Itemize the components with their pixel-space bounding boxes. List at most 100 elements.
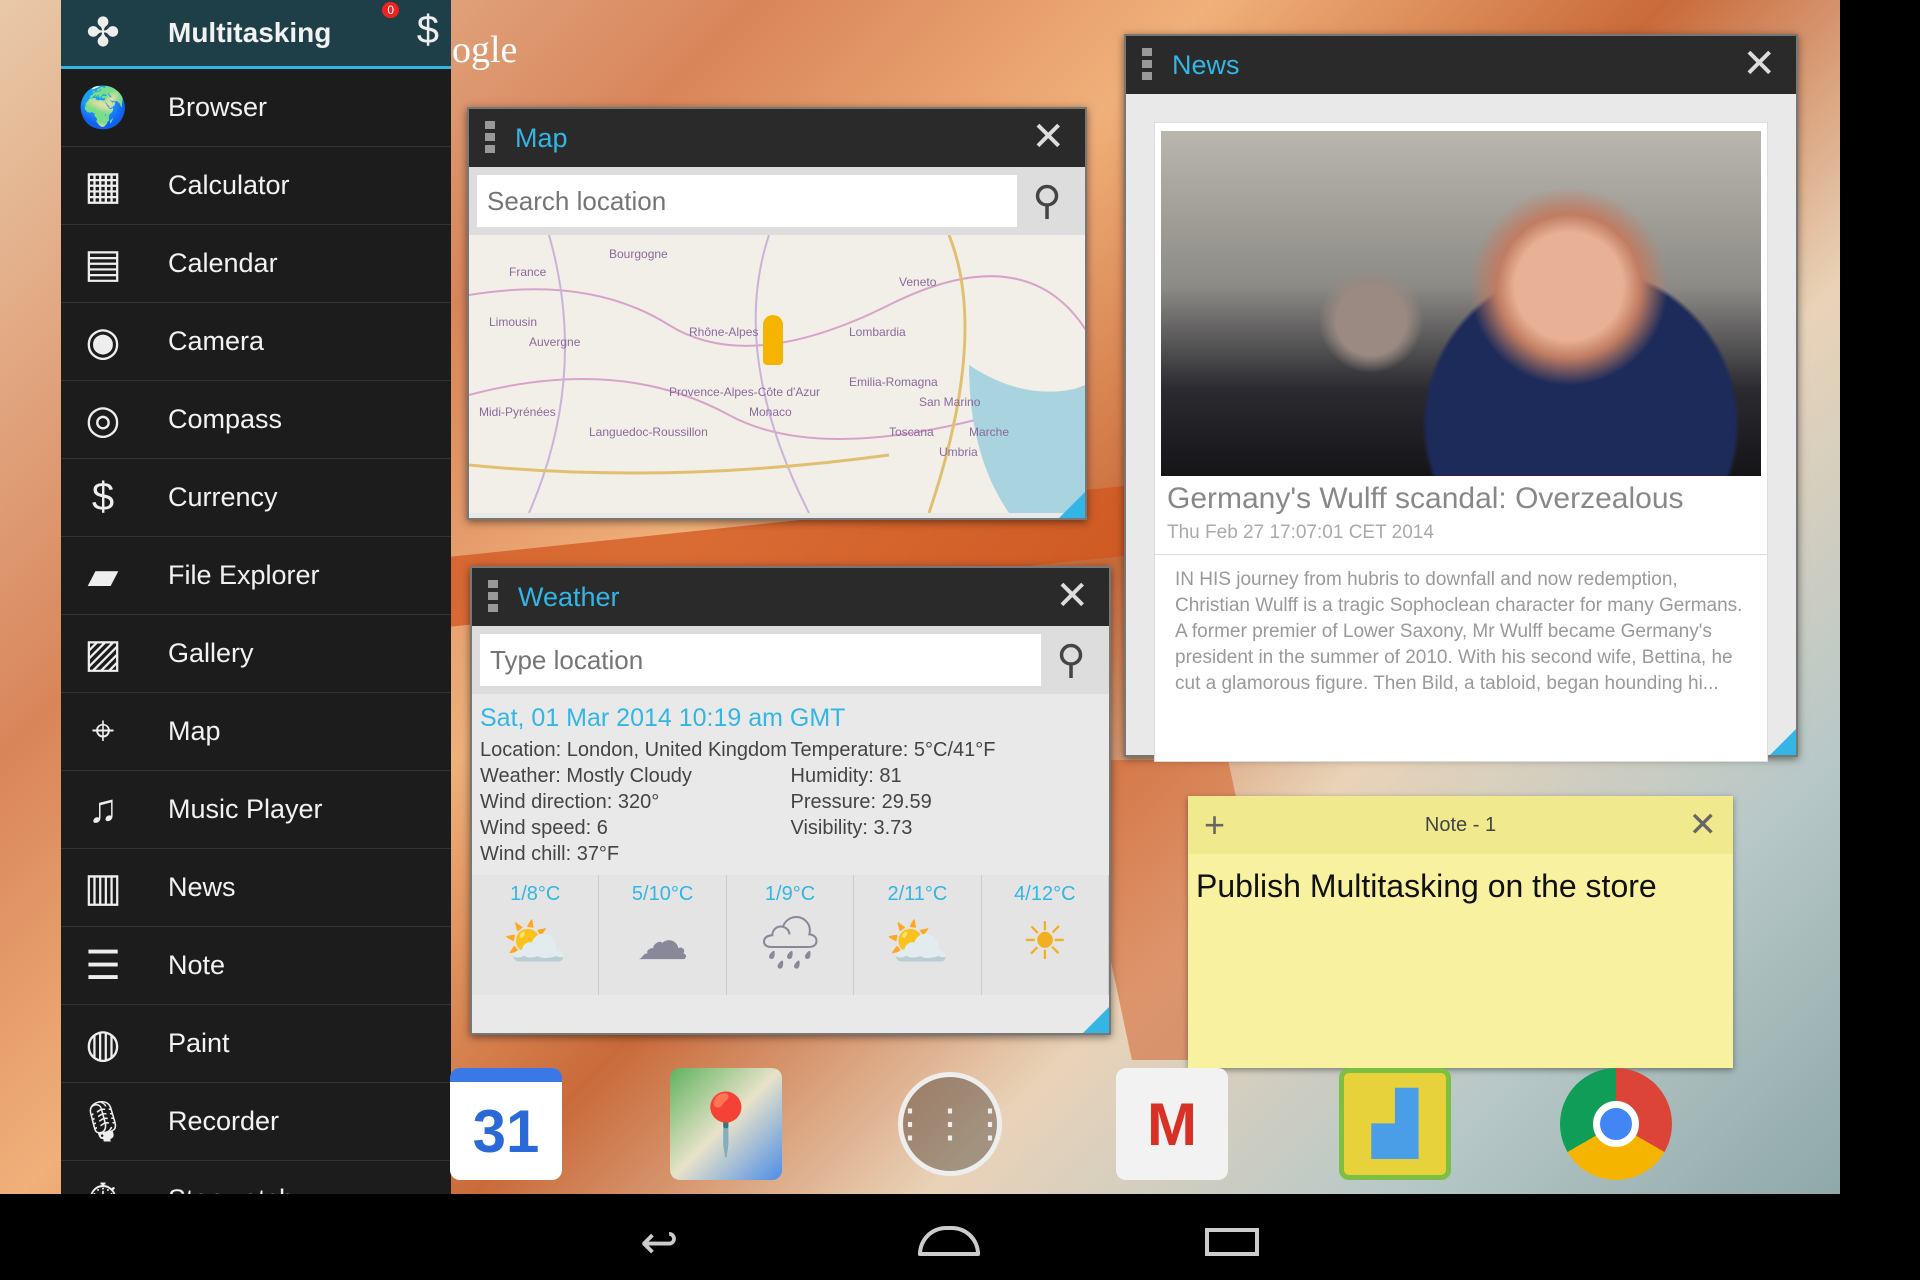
map-place-label: Umbria	[939, 445, 978, 459]
forecast-temp: 4/12°C	[1014, 883, 1076, 905]
resize-handle[interactable]	[1059, 492, 1085, 518]
weather-detail: Pressure: 29.59	[790, 791, 932, 813]
close-icon[interactable]: ✕	[1031, 117, 1065, 157]
folder-icon: ▰	[87, 553, 119, 598]
map-place-label: Provence-Alpes-Côte d'Azur	[669, 385, 821, 399]
sidebar-item-calculator[interactable]: ▦ Calculator	[61, 147, 451, 225]
pegman-icon[interactable]	[763, 315, 783, 365]
sidebar-item-label: File Explorer	[168, 560, 320, 590]
sidebar-item-label: Calculator	[168, 170, 290, 200]
sidebar-header[interactable]: ✤ Multitasking 0 $	[61, 0, 451, 69]
drag-handle[interactable]	[488, 580, 498, 614]
weather-detail: Temperature: 5°C/41°F	[790, 739, 996, 761]
sidebar-item-news[interactable]: ▥ News	[61, 849, 451, 927]
app-sidebar: ✤ Multitasking 0 $ 🌍 Browser ▦ Calculator ▤ C…	[61, 0, 451, 1194]
news-headline: Germany's Wulff scandal: Overzealous	[1167, 482, 1684, 515]
forecast-day: 1/9°C 🌧	[726, 875, 855, 995]
sidebar-item-gallery[interactable]: ▨ Gallery	[61, 615, 451, 693]
camera-icon: ◉	[85, 319, 121, 364]
home-button[interactable]	[918, 1226, 980, 1256]
sidebar-item-music-player[interactable]: ♫ Music Player	[61, 771, 451, 849]
sidebar-item-paint[interactable]: ◍ Paint	[61, 1005, 451, 1083]
news-widget: News ✕ Germany's Wulff scandal: Overzealo…	[1124, 34, 1798, 762]
dock-multitasking-app[interactable]: ▟	[1339, 1068, 1451, 1180]
partly-cloudy-icon: ⛅	[885, 914, 950, 972]
sidebar-item-label: Gallery	[168, 638, 254, 668]
money-bag-icon[interactable]: $	[417, 8, 439, 53]
forecast-day: 2/11°C ⛅	[854, 875, 982, 995]
sidebar-item-label: Stopwatch	[168, 1184, 294, 1194]
grid-icon: ⋮⋮⋮	[890, 1102, 1010, 1146]
map-place-label: Toscana	[889, 425, 934, 439]
map-view[interactable]: France Bourgogne Limousin Auvergne Rhône-Alp…	[469, 235, 1085, 513]
map-place-label: Monaco	[749, 405, 792, 419]
wallpaper-google-text: ogle	[452, 29, 518, 71]
back-button[interactable]: ↩	[640, 1215, 679, 1269]
calendar-icon: ▤	[84, 241, 122, 286]
recent-apps-button[interactable]	[1205, 1228, 1259, 1256]
multitasking-icon: ✤	[86, 11, 120, 55]
dock-maps-app[interactable]: 📍	[670, 1068, 782, 1180]
news-body: IN HIS journey from hubris to downfall a…	[1175, 569, 1743, 694]
resize-handle[interactable]	[1083, 1007, 1109, 1033]
sidebar-item-label: Note	[168, 950, 226, 980]
map-place-label: Emilia-Romagna	[849, 375, 938, 389]
sidebar-item-label: News	[168, 872, 236, 902]
blocks-icon: ▟	[1371, 1090, 1419, 1157]
sidebar-item-browser[interactable]: 🌍 Browser	[61, 69, 451, 147]
forecast-temp: 5/10°C	[631, 883, 694, 905]
widget-title: Map	[515, 122, 568, 153]
map-place-label: Limousin	[489, 315, 538, 329]
map-place-label: Marche	[969, 425, 1010, 439]
sidebar-item-note[interactable]: ☰ Note	[61, 927, 451, 1005]
forecast-day: 4/12°C ☀	[981, 875, 1110, 995]
widget-title: Weather	[518, 581, 620, 612]
palette-icon: ◍	[85, 1021, 121, 1066]
calculator-icon: ▦	[84, 163, 122, 208]
sidebar-item-label: Map	[168, 716, 221, 746]
weather-location-input[interactable]	[480, 634, 1041, 686]
sidebar-item-compass[interactable]: ◎ Compass	[61, 381, 451, 459]
drag-handle[interactable]	[485, 121, 495, 155]
search-icon[interactable]: ⚲	[1041, 637, 1101, 683]
sidebar-item-camera[interactable]: ◉ Camera	[61, 303, 451, 381]
sidebar-item-stopwatch[interactable]: ⏱ Stopwatch	[61, 1161, 451, 1194]
sidebar-item-label: Recorder	[168, 1106, 280, 1136]
sidebar-item-label: Currency	[168, 482, 278, 512]
news-article[interactable]: Germany's Wulff scandal: Overzealous Thu…	[1154, 122, 1768, 762]
map-place-label: San Marino	[919, 395, 981, 409]
close-icon[interactable]: ✕	[1055, 576, 1089, 616]
sidebar-item-currency[interactable]: $ Currency	[61, 459, 451, 537]
sidebar-item-calendar[interactable]: ▤ Calendar	[61, 225, 451, 303]
stopwatch-icon: ⏱	[73, 1170, 133, 1194]
sidebar-item-map[interactable]: ⌖ Map	[61, 693, 451, 771]
note-widget: + Note - 1 ✕ Publish Multitasking on the s…	[1188, 796, 1733, 1068]
close-icon[interactable]: ✕	[1689, 805, 1718, 845]
forecast-day: 5/10°C ☁	[599, 875, 727, 995]
map-place-label: France	[509, 265, 547, 279]
forecast-temp: 1/9°C	[764, 883, 816, 905]
forecast-day: 1/8°C ⛅	[472, 875, 600, 995]
weather-detail: Wind direction: 320°	[480, 791, 660, 813]
dock-calendar-app[interactable]: 31	[450, 1068, 562, 1180]
forecast-row: 1/8°C ⛅ 5/10°C ☁ 1/9°C 🌧 2/11°C ⛅ 4/12°C ☀	[472, 875, 1110, 995]
map-icon: ⌖	[91, 709, 115, 753]
globe-icon: 🌍	[78, 86, 128, 130]
drag-handle[interactable]	[1142, 48, 1152, 82]
sidebar-item-file-explorer[interactable]: ▰ File Explorer	[61, 537, 451, 615]
dock-gmail-app[interactable]: M	[1116, 1068, 1228, 1180]
note-text-area[interactable]: Publish Multitasking on the store	[1188, 854, 1733, 919]
app-drawer-button[interactable]: ⋮⋮⋮	[890, 1072, 1010, 1176]
map-place-label: Lombardia	[849, 325, 906, 339]
add-note-icon[interactable]: +	[1204, 804, 1225, 846]
weather-detail: Wind speed: 6	[480, 817, 608, 839]
dock-chrome-app[interactable]	[1560, 1068, 1672, 1180]
weather-detail: Visibility: 3.73	[790, 817, 913, 839]
map-widget: Map ✕ ⚲ France Bourgogne Limousin Auvergne Rh…	[467, 107, 1087, 520]
sidebar-item-recorder[interactable]: 🎙 Recorder	[61, 1083, 451, 1161]
search-icon[interactable]: ⚲	[1017, 178, 1077, 224]
map-search-input[interactable]	[477, 175, 1017, 227]
resize-handle[interactable]	[1770, 729, 1796, 755]
close-icon[interactable]: ✕	[1742, 44, 1776, 84]
note-title: Note - 1	[1424, 813, 1497, 836]
